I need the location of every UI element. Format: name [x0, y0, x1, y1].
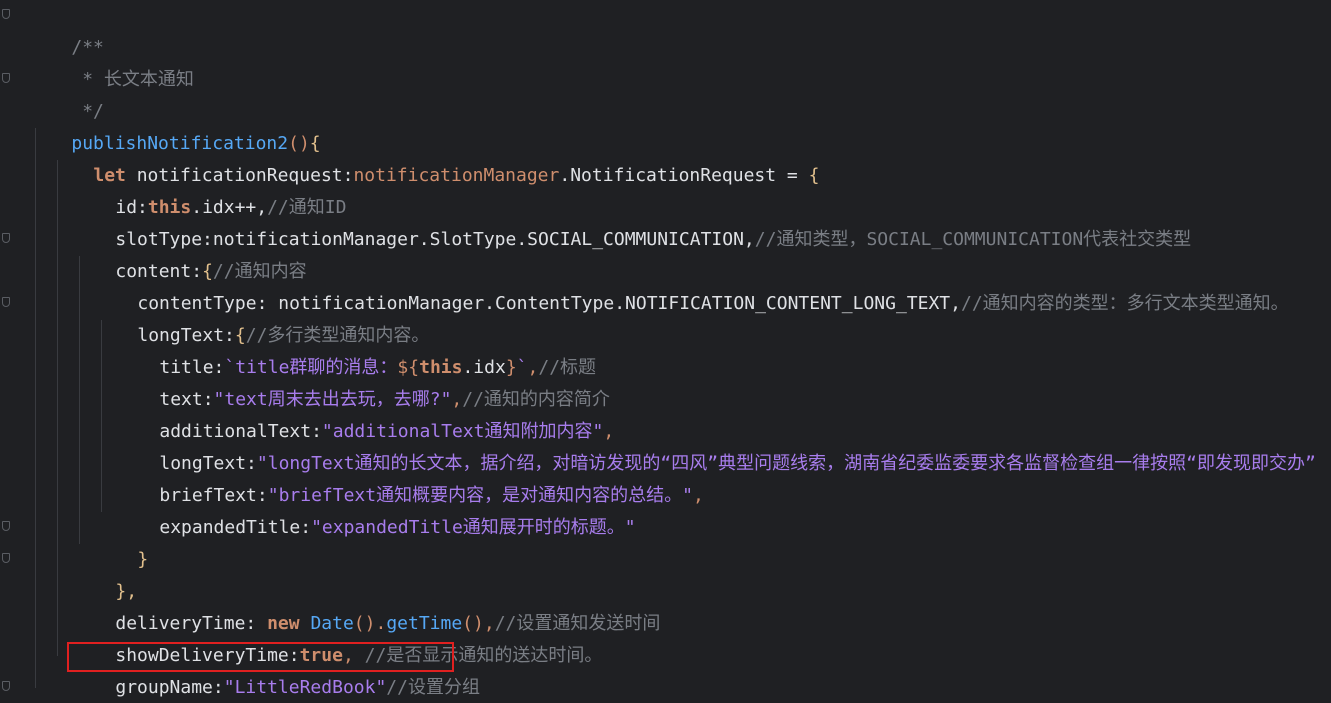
property-key: expandedTitle:: [159, 517, 312, 538]
indent-guide: [57, 160, 58, 656]
code-line[interactable]: id:this.idx++,//通知ID: [72, 160, 346, 218]
brace: {: [808, 165, 820, 186]
string: "LittleRedBook": [223, 677, 387, 698]
code-line[interactable]: text:"text周末去出去玩，去哪?",//通知的内容简介: [116, 352, 610, 410]
comment: //设置分组: [386, 677, 480, 698]
code-line[interactable]: }: [94, 512, 148, 570]
fold-marker-icon[interactable]: [2, 681, 10, 691]
code-line[interactable]: publishNotification2(){: [28, 96, 320, 154]
code-line[interactable]: expandedTitle:"expandedTitle通知展开时的标题。": [116, 480, 635, 538]
code-line[interactable]: longText:"longText通知的长文本，据介绍，对暗访发现的“四风”典…: [116, 416, 1315, 474]
code-line[interactable]: * 长文本通知: [28, 32, 194, 90]
indent-guide: [35, 128, 36, 688]
type: .NotificationRequest =: [559, 165, 809, 186]
fold-marker-icon[interactable]: [2, 297, 10, 307]
code-editor[interactable]: /** * 长文本通知 */ publishNotification2(){ l…: [0, 0, 1331, 703]
code-line[interactable]: contentType: notificationManager.Content…: [94, 256, 1288, 314]
code-line[interactable]: showDeliveryTime:true, //是否显示通知的送达时间。: [72, 608, 602, 666]
comment: //通知内容的类型：多行文本类型通知。: [960, 293, 1289, 314]
namespace: notificationManager: [353, 165, 560, 186]
code-line[interactable]: deliveryTime: new Date().getTime(),//设置通…: [72, 576, 660, 634]
comment: //通知类型，SOCIAL_COMMUNICATION代表社交类型: [754, 229, 1192, 250]
code-line[interactable]: let notificationRequest:notificationMana…: [50, 128, 819, 186]
code-line[interactable]: additionalText:"additionalText通知附加内容",: [116, 384, 614, 442]
code-line[interactable]: /**: [28, 0, 104, 58]
editor-gutter: [0, 0, 22, 703]
code-line[interactable]: slotType:notificationManager.SlotType.SO…: [72, 192, 1191, 250]
comma: ,: [692, 485, 704, 506]
fold-marker-icon[interactable]: [2, 553, 10, 563]
code-line[interactable]: groupName:"LittleRedBook"//设置分组: [72, 640, 480, 698]
code-line[interactable]: content:{//通知内容: [72, 224, 306, 282]
string: "expandedTitle通知展开时的标题。": [311, 517, 636, 538]
fold-marker-icon[interactable]: [2, 521, 10, 531]
brace: }: [137, 549, 149, 570]
fold-marker-icon[interactable]: [2, 73, 10, 83]
code-line[interactable]: longText:{//多行类型通知内容。: [94, 288, 429, 346]
code-line[interactable]: }: [50, 672, 104, 703]
property-key: groupName:: [115, 677, 224, 698]
code-line[interactable]: },: [72, 544, 137, 602]
fold-marker-icon[interactable]: [2, 9, 10, 19]
code-line[interactable]: title:`title群聊的消息：${this.idx}`,//标题: [116, 320, 596, 378]
fold-marker-icon[interactable]: [2, 233, 10, 243]
code-line[interactable]: */: [28, 64, 104, 122]
code-line[interactable]: briefText:"briefText通知概要内容，是对通知内容的总结。",: [116, 448, 703, 506]
